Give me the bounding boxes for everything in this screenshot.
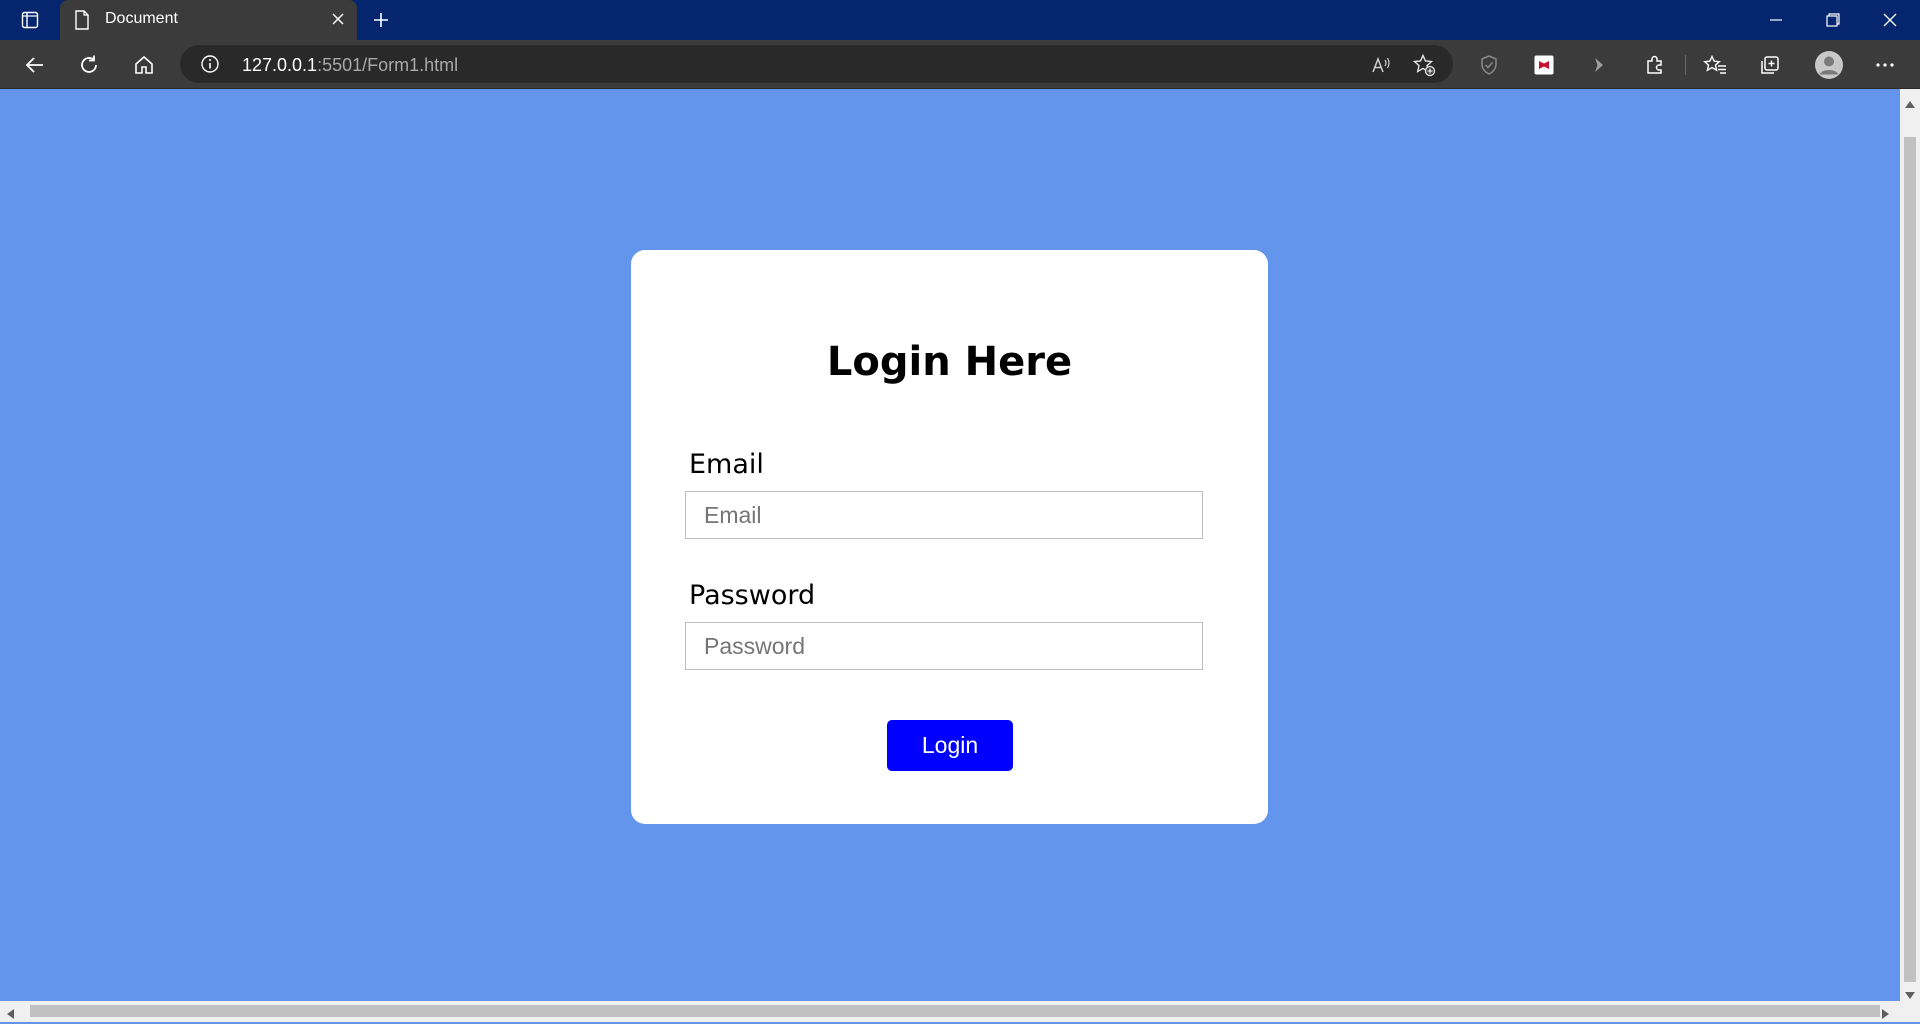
close-icon[interactable] <box>329 10 347 33</box>
scroll-left-arrow-icon[interactable] <box>6 1006 14 1024</box>
tab-title: Document <box>105 10 178 27</box>
login-button[interactable]: Login <box>887 720 1013 771</box>
profile-icon[interactable] <box>1812 48 1846 82</box>
browser-tab[interactable]: Document <box>60 0 357 40</box>
password-field[interactable] <box>685 622 1203 670</box>
vertical-scrollbar[interactable] <box>1900 89 1920 1001</box>
scroll-right-arrow-icon[interactable] <box>1882 1006 1890 1024</box>
info-icon[interactable] <box>200 54 220 79</box>
restore-icon[interactable] <box>1809 6 1857 34</box>
password-input[interactable] <box>686 623 1202 669</box>
address-bar[interactable]: 127.0.0.1:5501/Form1.html <box>180 45 1453 83</box>
favorites-icon[interactable] <box>1700 50 1730 80</box>
window-close-icon[interactable] <box>1866 6 1914 34</box>
email-field[interactable] <box>685 491 1203 539</box>
collections-icon[interactable] <box>1755 50 1785 80</box>
puzzle-icon[interactable] <box>1640 50 1670 80</box>
document-icon <box>74 10 90 35</box>
url-path: :5501/Form1.html <box>317 55 459 75</box>
tab-actions-icon[interactable] <box>12 6 48 34</box>
toolbar-separator <box>1685 55 1686 75</box>
horizontal-scrollbar[interactable] <box>0 1001 1900 1022</box>
address-url[interactable]: 127.0.0.1:5501/Form1.html <box>242 55 458 76</box>
login-card: Login Here Email Password Login <box>631 250 1268 824</box>
email-input[interactable] <box>686 492 1202 538</box>
chevron-right-icon[interactable] <box>1584 50 1614 80</box>
add-favorite-icon[interactable] <box>1411 52 1437 78</box>
password-label: Password <box>689 580 816 611</box>
shield-icon[interactable] <box>1474 50 1504 80</box>
email-label: Email <box>689 449 764 480</box>
url-host: 127.0.0.1 <box>242 55 318 75</box>
scrollbar-corner <box>1900 1001 1920 1022</box>
refresh-icon[interactable] <box>74 50 104 80</box>
mcafee-icon[interactable] <box>1529 50 1559 80</box>
plus-icon[interactable] <box>368 8 394 32</box>
vertical-scroll-thumb[interactable] <box>1904 137 1916 982</box>
read-aloud-icon[interactable] <box>1368 52 1394 78</box>
minimize-icon[interactable] <box>1752 6 1800 34</box>
page-viewport: Login Here Email Password Login <box>0 89 1900 1001</box>
home-icon[interactable] <box>129 50 159 80</box>
scroll-up-arrow-icon[interactable] <box>1905 95 1915 113</box>
horizontal-scroll-thumb[interactable] <box>30 1005 1880 1017</box>
more-icon[interactable] <box>1870 50 1900 80</box>
page-title: Login Here <box>826 339 1073 385</box>
tab-strip: Document <box>0 0 1920 40</box>
back-arrow-icon[interactable] <box>20 50 50 80</box>
browser-toolbar: 127.0.0.1:5501/Form1.html <box>0 40 1920 89</box>
